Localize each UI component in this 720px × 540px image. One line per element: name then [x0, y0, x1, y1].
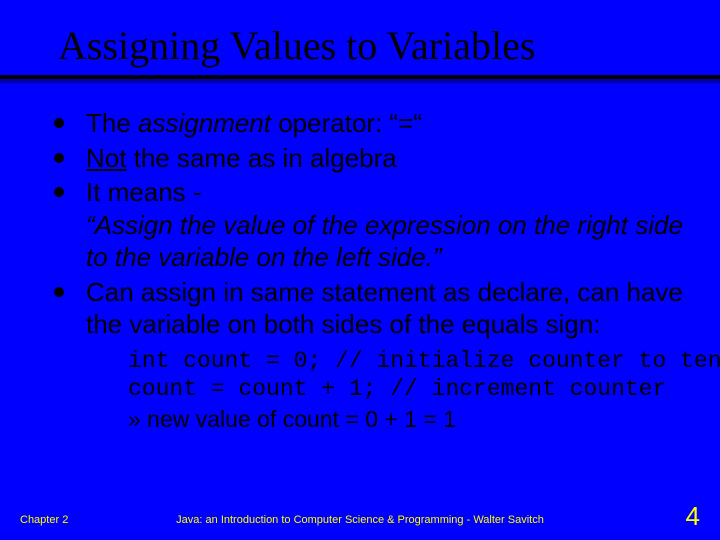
sub-note: » new value of count = 0 + 1 = 1	[128, 406, 696, 433]
bullet-icon	[54, 118, 64, 128]
footer-chapter: Chapter 2	[20, 514, 68, 526]
bullet-list: The assignment operator: “=“ Not the sam…	[54, 107, 696, 341]
text-quote: “Assign the value of the expression on t…	[86, 210, 683, 273]
bullet-item: It means - “Assign the value of the expr…	[54, 176, 696, 274]
bullet-text: The assignment operator: “=“	[86, 107, 696, 140]
code-line: int count = 0; // initialize counter to …	[128, 348, 720, 374]
slide: Assigning Values to Variables The assign…	[0, 0, 720, 540]
content-area: The assignment operator: “=“ Not the sam…	[0, 83, 720, 433]
footer-attribution: Java: an Introduction to Computer Scienc…	[176, 514, 544, 526]
bullet-text: It means - “Assign the value of the expr…	[86, 176, 696, 274]
bullet-icon	[54, 153, 64, 163]
text-run: The	[86, 108, 138, 138]
bullet-item: The assignment operator: “=“	[54, 107, 696, 140]
bullet-icon	[54, 287, 64, 297]
code-line: count = count + 1; // increment counter	[128, 376, 666, 402]
bullet-text: Can assign in same statement as declare,…	[86, 276, 696, 341]
title-underline	[0, 75, 720, 79]
text-underline: Not	[86, 143, 126, 173]
text-run: operator: “=“	[271, 108, 422, 138]
bullet-icon	[54, 187, 64, 197]
slide-title: Assigning Values to Variables	[0, 0, 720, 69]
bullet-item: Can assign in same statement as declare,…	[54, 276, 696, 341]
text-run: It means -	[86, 177, 202, 207]
text-run: the same as in algebra	[126, 143, 396, 173]
bullet-item: Not the same as in algebra	[54, 142, 696, 175]
bullet-text: Not the same as in algebra	[86, 142, 696, 175]
text-emphasis: assignment	[138, 108, 271, 138]
page-number: 4	[686, 501, 700, 532]
code-block: int count = 0; // initialize counter to …	[128, 347, 696, 405]
